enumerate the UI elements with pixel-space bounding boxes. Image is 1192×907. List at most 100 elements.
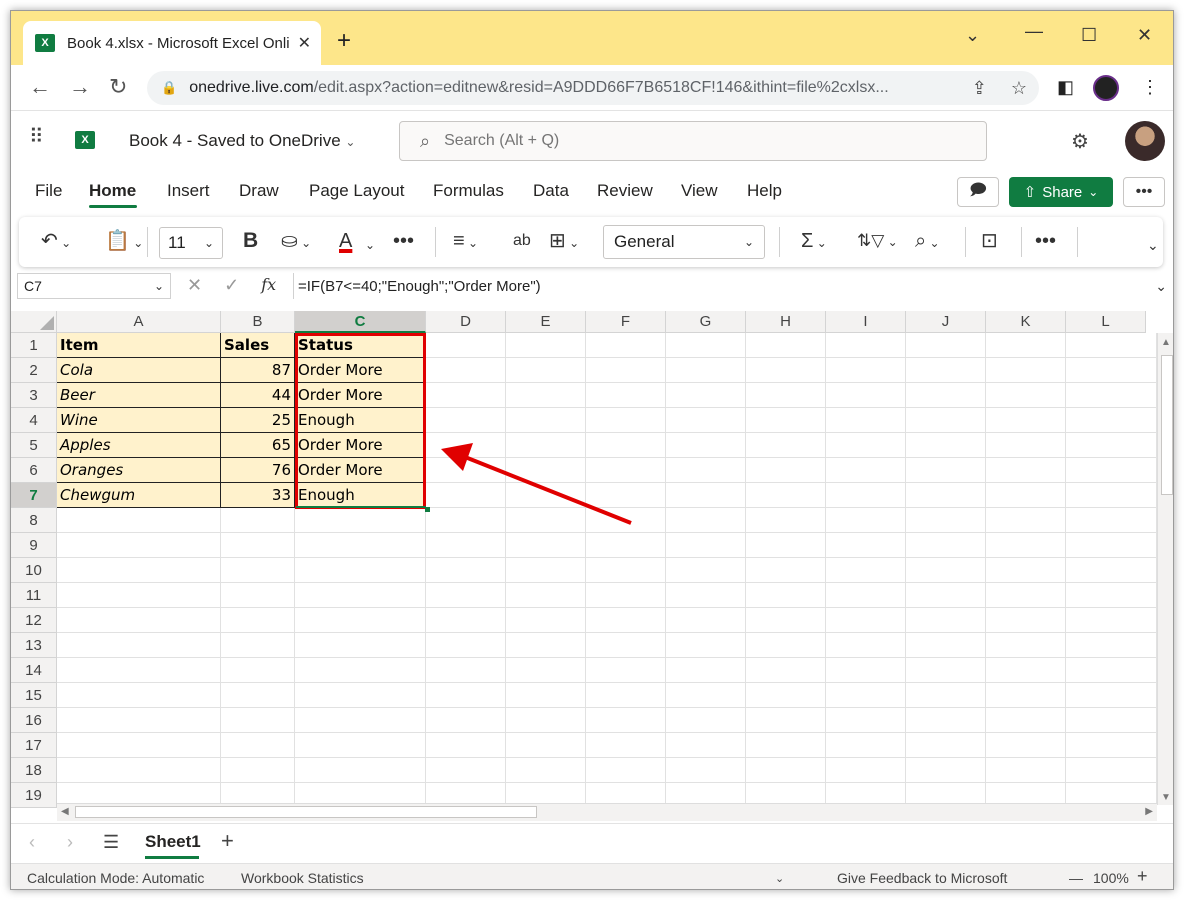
cell-a11[interactable] — [57, 583, 221, 608]
bookmark-star-icon[interactable]: ☆ — [1011, 78, 1027, 99]
cell-b15[interactable] — [221, 683, 295, 708]
cell-k7[interactable] — [986, 483, 1066, 508]
cell-c6[interactable]: Order More — [295, 458, 426, 483]
feedback-link[interactable]: Give Feedback to Microsoft — [837, 870, 1007, 886]
chevron-down-icon[interactable]: ⌄ — [775, 872, 784, 885]
cell-j4[interactable] — [906, 408, 986, 433]
cell-c11[interactable] — [295, 583, 426, 608]
cell-g16[interactable] — [666, 708, 746, 733]
cell-j9[interactable] — [906, 533, 986, 558]
prev-sheet-icon[interactable]: ‹ — [29, 832, 35, 853]
cell-h10[interactable] — [746, 558, 826, 583]
share-button[interactable]: ⇧ Share ⌄ — [1009, 177, 1113, 207]
cell-l11[interactable] — [1066, 583, 1157, 608]
cell-h4[interactable] — [746, 408, 826, 433]
cancel-icon[interactable]: ✕ — [187, 275, 202, 296]
cell-i16[interactable] — [826, 708, 906, 733]
cell-l9[interactable] — [1066, 533, 1157, 558]
cell-d18[interactable] — [426, 758, 506, 783]
cell-b8[interactable] — [221, 508, 295, 533]
cell-d1[interactable] — [426, 333, 506, 358]
cell-f6[interactable] — [586, 458, 666, 483]
next-sheet-icon[interactable]: › — [67, 832, 73, 853]
row-header-14[interactable]: 14 — [11, 658, 57, 683]
row-header-3[interactable]: 3 — [11, 383, 57, 408]
cell-j7[interactable] — [906, 483, 986, 508]
fill-color-icon[interactable]: ⛀ ⌄ — [281, 229, 311, 255]
sheet-tab[interactable]: Sheet1 — [145, 832, 201, 852]
share-page-icon[interactable]: ⇪ — [972, 78, 987, 99]
cell-f13[interactable] — [586, 633, 666, 658]
cell-g2[interactable] — [666, 358, 746, 383]
column-header-i[interactable]: I — [826, 311, 906, 333]
cell-a1[interactable]: Item — [57, 333, 221, 358]
cell-i18[interactable] — [826, 758, 906, 783]
cell-c9[interactable] — [295, 533, 426, 558]
number-format-select[interactable]: General ⌄ — [603, 225, 765, 259]
cell-f7[interactable] — [586, 483, 666, 508]
cell-l15[interactable] — [1066, 683, 1157, 708]
cell-b16[interactable] — [221, 708, 295, 733]
cell-c5[interactable]: Order More — [295, 433, 426, 458]
cell-i6[interactable] — [826, 458, 906, 483]
cell-l3[interactable] — [1066, 383, 1157, 408]
cell-b14[interactable] — [221, 658, 295, 683]
analyze-data-icon[interactable]: ⊡ — [981, 229, 998, 253]
cell-l13[interactable] — [1066, 633, 1157, 658]
cell-j18[interactable] — [906, 758, 986, 783]
cell-c13[interactable] — [295, 633, 426, 658]
row-header-5[interactable]: 5 — [11, 433, 57, 458]
row-header-8[interactable]: 8 — [11, 508, 57, 533]
all-sheets-icon[interactable]: ☰ — [103, 832, 119, 853]
cell-j15[interactable] — [906, 683, 986, 708]
cell-b18[interactable] — [221, 758, 295, 783]
cell-i3[interactable] — [826, 383, 906, 408]
cell-e4[interactable] — [506, 408, 586, 433]
cell-k10[interactable] — [986, 558, 1066, 583]
search-input[interactable] — [444, 132, 845, 150]
cell-h17[interactable] — [746, 733, 826, 758]
cell-j14[interactable] — [906, 658, 986, 683]
cell-g9[interactable] — [666, 533, 746, 558]
cell-e16[interactable] — [506, 708, 586, 733]
cell-k5[interactable] — [986, 433, 1066, 458]
app-launcher-icon[interactable]: ⠿ — [29, 127, 51, 149]
cell-f8[interactable] — [586, 508, 666, 533]
cell-i13[interactable] — [826, 633, 906, 658]
zoom-in-button[interactable]: + — [1137, 866, 1148, 887]
cell-h9[interactable] — [746, 533, 826, 558]
cell-h3[interactable] — [746, 383, 826, 408]
cell-a12[interactable] — [57, 608, 221, 633]
sort-filter-icon[interactable]: ⇅▽ ⌄ — [857, 229, 898, 254]
find-icon[interactable]: ⌕ ⌄ — [915, 229, 940, 255]
cell-k8[interactable] — [986, 508, 1066, 533]
align-icon[interactable]: ≡ ⌄ — [453, 229, 478, 255]
cell-h15[interactable] — [746, 683, 826, 708]
chevron-down-icon[interactable]: ⌄ — [1155, 278, 1167, 295]
cell-f2[interactable] — [586, 358, 666, 383]
confirm-icon[interactable]: ✓ — [224, 275, 239, 296]
cell-i4[interactable] — [826, 408, 906, 433]
cell-b11[interactable] — [221, 583, 295, 608]
cell-a7[interactable]: Chewgum — [57, 483, 221, 508]
cell-k1[interactable] — [986, 333, 1066, 358]
tab-help[interactable]: Help — [747, 181, 782, 201]
cell-k17[interactable] — [986, 733, 1066, 758]
cell-k3[interactable] — [986, 383, 1066, 408]
cell-j6[interactable] — [906, 458, 986, 483]
gear-icon[interactable]: ⚙ — [1071, 129, 1089, 154]
cell-j3[interactable] — [906, 383, 986, 408]
cell-f15[interactable] — [586, 683, 666, 708]
expand-ribbon-icon[interactable]: ⌄ — [1147, 233, 1159, 257]
column-header-e[interactable]: E — [506, 311, 586, 333]
cell-g14[interactable] — [666, 658, 746, 683]
cell-l8[interactable] — [1066, 508, 1157, 533]
cell-i12[interactable] — [826, 608, 906, 633]
cell-j1[interactable] — [906, 333, 986, 358]
column-header-a[interactable]: A — [57, 311, 221, 333]
cell-f5[interactable] — [586, 433, 666, 458]
cell-e7[interactable] — [506, 483, 586, 508]
undo-icon[interactable]: ↶ ⌄ — [41, 229, 71, 255]
column-header-b[interactable]: B — [221, 311, 295, 333]
reload-icon[interactable]: ↻ — [109, 75, 127, 99]
